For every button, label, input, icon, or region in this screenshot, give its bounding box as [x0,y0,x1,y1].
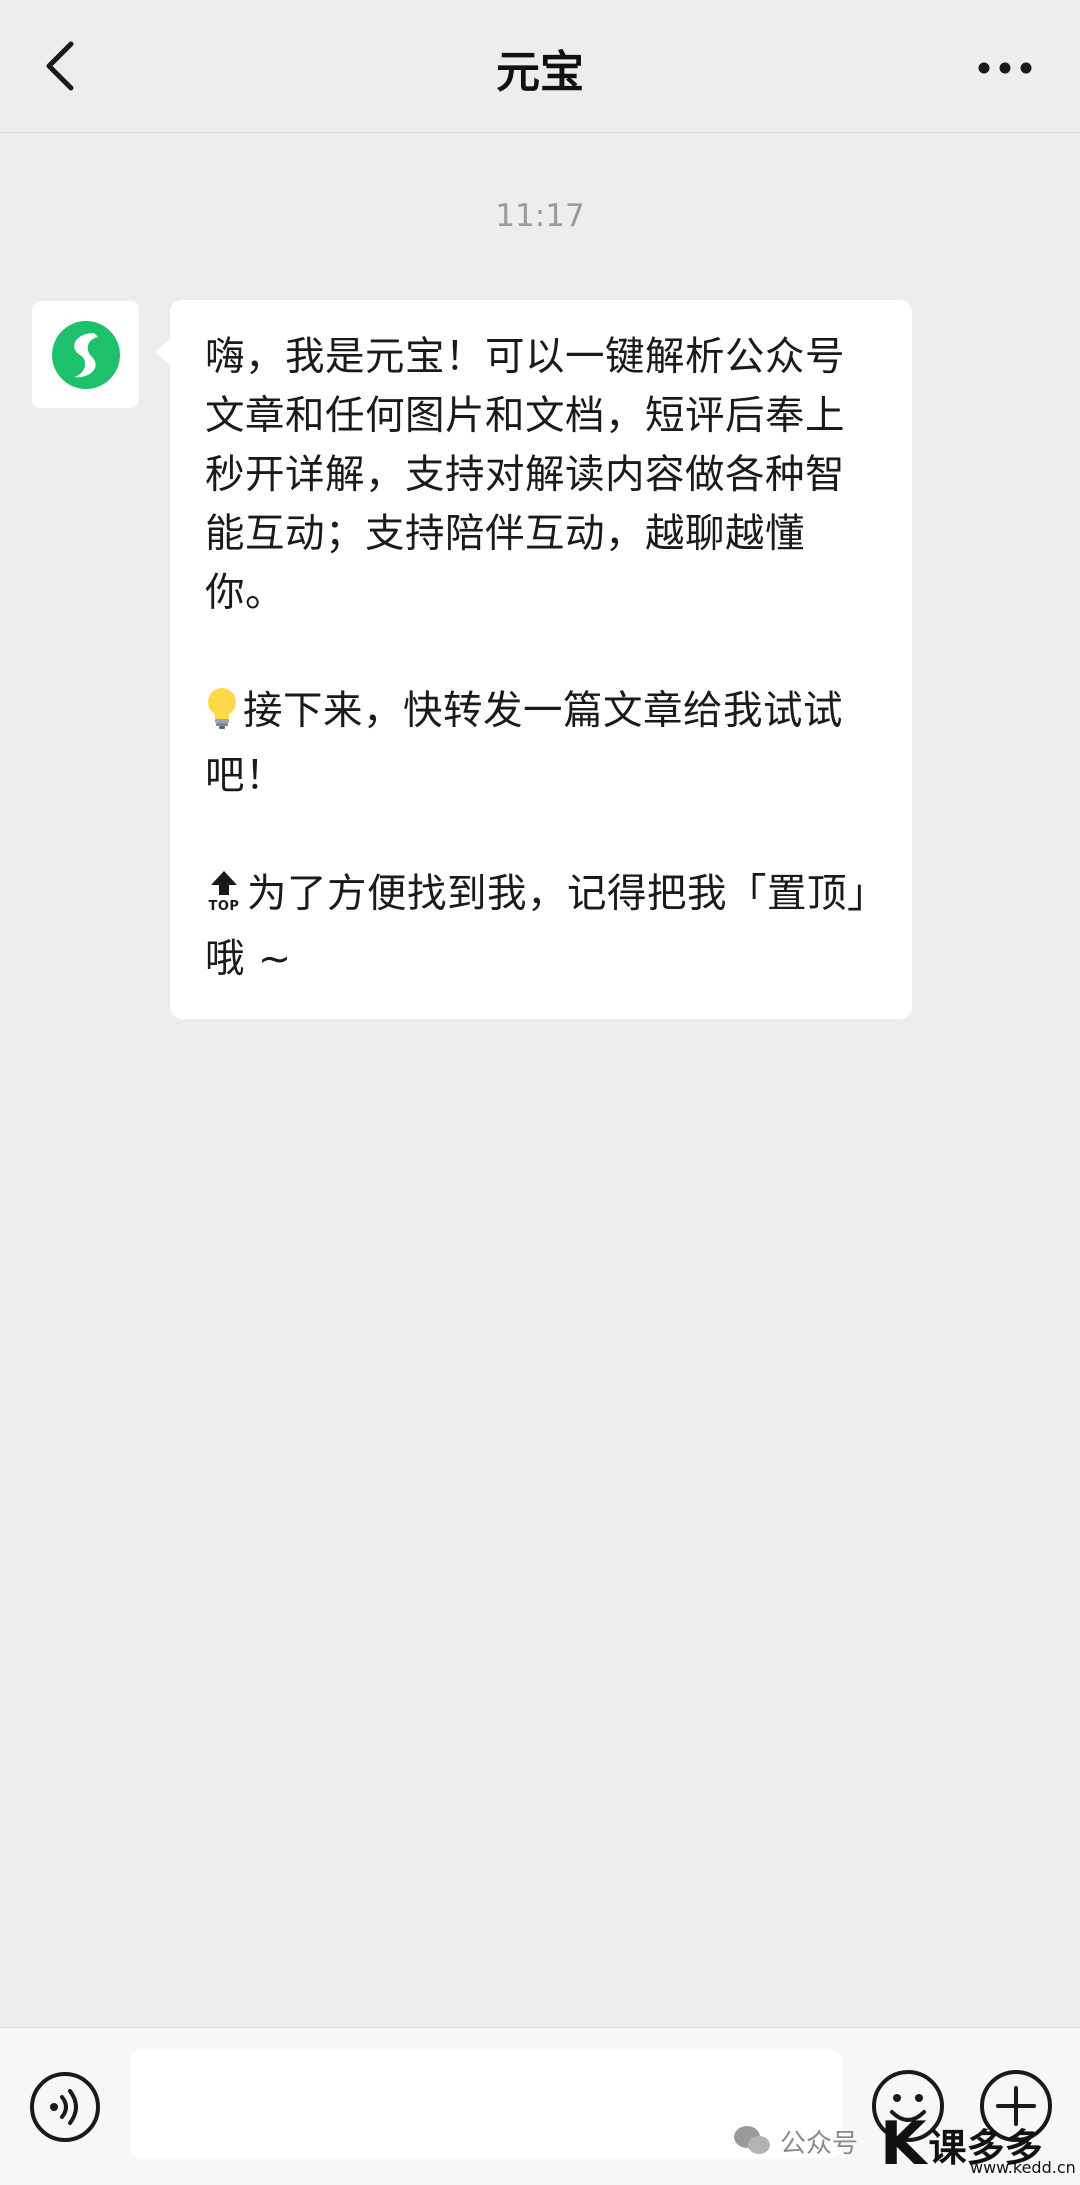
top-arrow-emoji-icon: TOP [205,869,243,930]
wechat-icon [734,2126,770,2154]
more-button[interactable] [970,38,1040,98]
message-paragraph-2-text: 接下来，快转发一篇文章给我试试吧！ [205,688,843,799]
top-label: TOP [209,899,240,913]
message-paragraph-2: 接下来，快转发一篇文章给我试试吧！ [205,682,879,806]
voice-button[interactable] [28,2070,102,2144]
message-paragraph-3-text: 为了方便找到我，记得把我「置顶」哦 ~ [205,871,868,982]
voice-icon [30,2072,100,2142]
watermark-label: 公众号 [780,2128,859,2159]
more-dots-icon [978,62,1032,74]
watermark-source: 公众号 [732,2117,858,2165]
avatar[interactable] [32,301,139,408]
chat-title: 元宝 [496,47,584,98]
chat-header: 元宝 [0,0,1080,133]
watermark-k-icon: K [880,2109,927,2179]
message-paragraph-3: TOP 为了方便找到我，记得把我「置顶」哦 ~ [205,865,879,989]
watermark-url: www.kedd.cn [970,2158,1076,2177]
message-timestamp: 11:17 [495,198,585,234]
message-bubble[interactable]: 嗨，我是元宝！可以一键解析公众号文章和任何图片和文档，短评后奉上秒开详解，支持对… [155,300,912,1019]
lightbulb-emoji-icon [205,686,239,747]
watermark-logo: K 课多多 www.kedd.cn [880,2108,1080,2180]
yuanbao-logo-icon [51,320,120,389]
message-paragraph-1: 嗨，我是元宝！可以一键解析公众号文章和任何图片和文档，短评后奉上秒开详解，支持对… [205,334,845,616]
